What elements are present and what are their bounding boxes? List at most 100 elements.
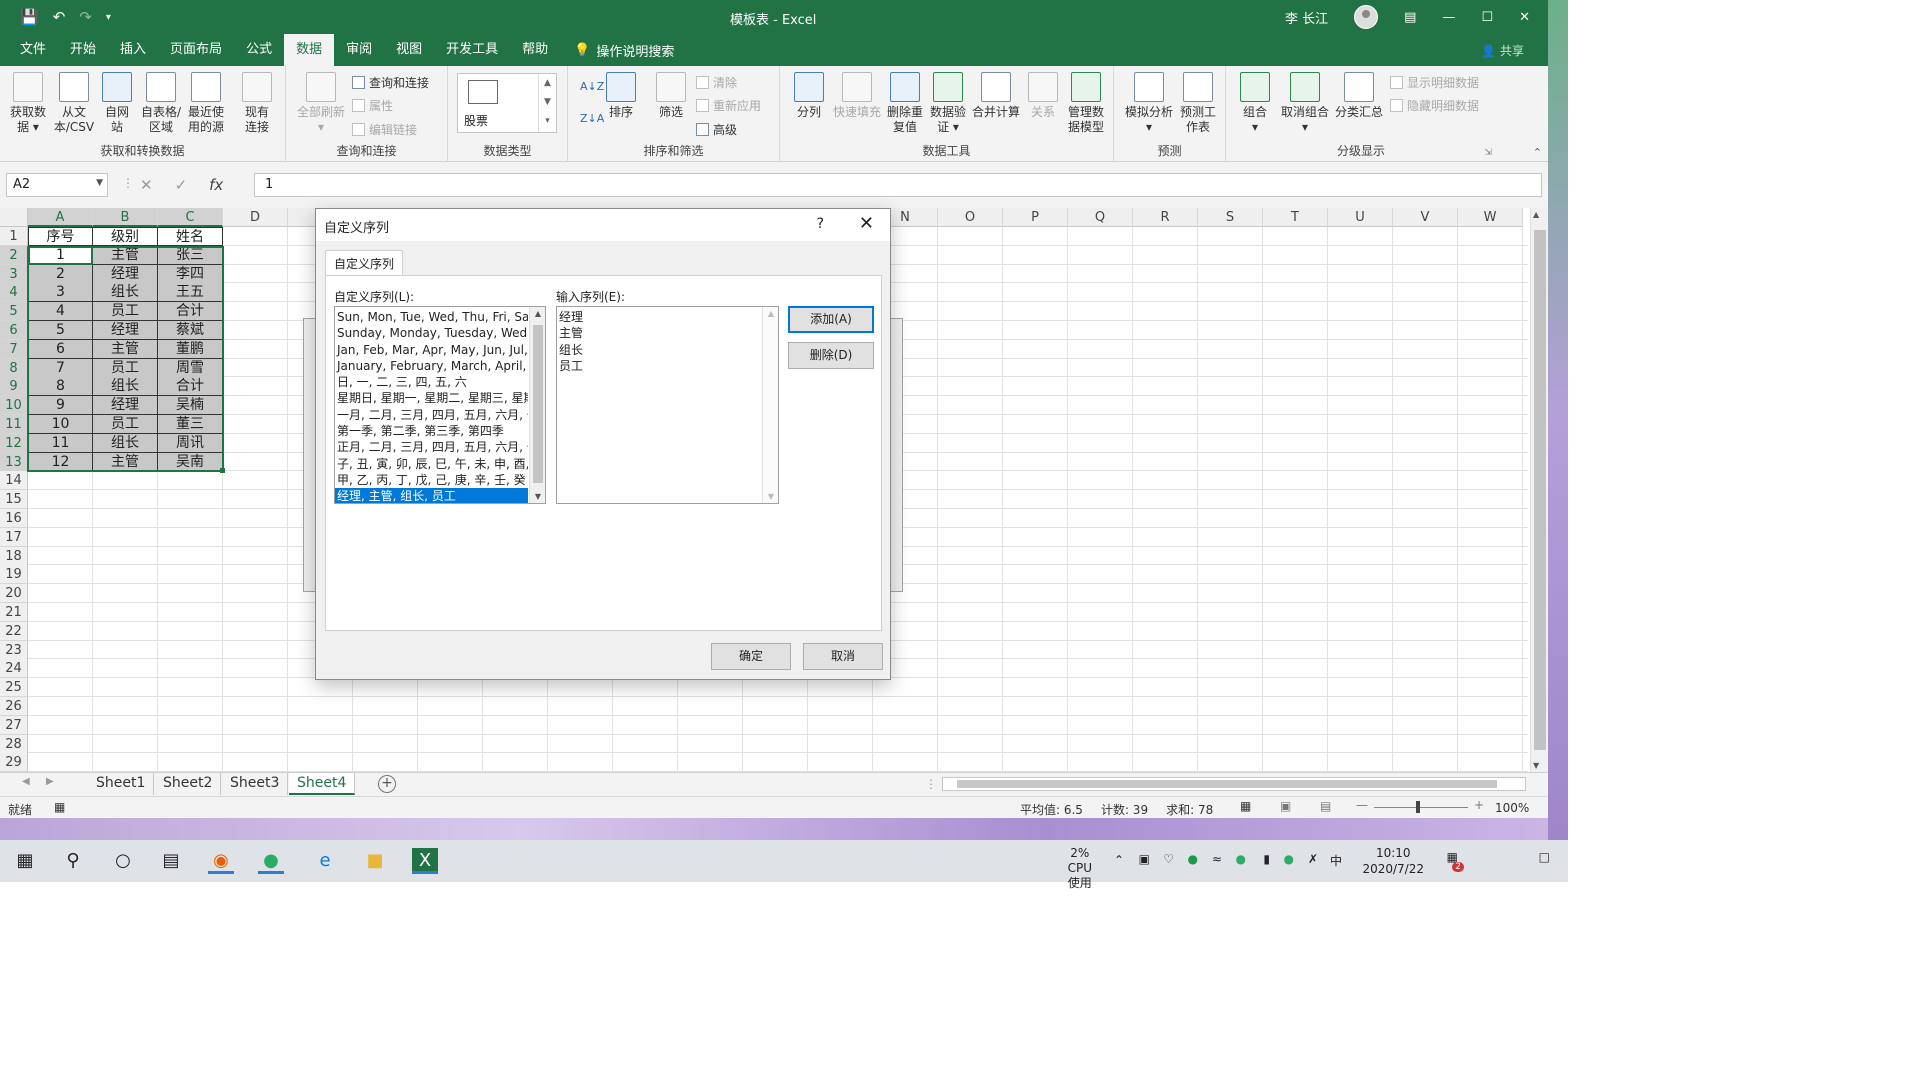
tab-help[interactable]: 帮助 [510,34,560,66]
tab-data[interactable]: 数据 [284,34,335,66]
tab-view[interactable]: 视图 [384,34,434,66]
ungroup-button[interactable]: 取消组合 ▾ [1278,72,1332,135]
table-cell[interactable]: 合计 [158,302,223,322]
table-cell[interactable]: 3 [28,283,93,303]
list-scroll-thumb[interactable] [533,325,543,483]
battery-icon[interactable]: ▮ [1263,852,1270,866]
text-to-columns-button[interactable]: 分列 [792,72,826,120]
page-break-view-icon[interactable]: ▤ [1320,799,1331,813]
table-cell[interactable]: 张三 [158,245,223,265]
from-table-button[interactable]: 自表格/区域 [138,72,184,135]
existing-connections-button[interactable]: 现有连接 [240,72,274,135]
wechat-icon[interactable]: ● [258,848,284,874]
dialog-launcher-icon[interactable]: ⇲ [1484,148,1492,158]
flash-fill-button[interactable]: 快速填充 [830,72,884,120]
custom-list-item[interactable]: 子, 丑, 寅, 卯, 辰, 巳, 午, 未, 申, 酉, 戌 [335,456,528,472]
customize-qat-icon[interactable]: ▾ [106,12,111,23]
selection-stats[interactable]: 平均值: 6.5 计数: 39 求和: 78 [1020,801,1213,818]
header-cell[interactable]: 姓名 [158,227,223,246]
table-cell[interactable]: 主管 [93,245,158,265]
tab-split-handle[interactable]: ⋮ [925,777,937,791]
tab-file[interactable]: 文件 [0,34,58,66]
notifications-icon[interactable]: □ [1539,850,1550,864]
scroll-up-icon[interactable]: ▲ [530,309,545,318]
filter-button[interactable]: 筛选 [654,72,688,120]
row-header-23[interactable]: 23 [0,640,28,660]
cortana-icon[interactable]: ○ [110,848,136,874]
excel-icon[interactable]: X [412,848,438,874]
row-header-2[interactable]: 2 [0,245,28,265]
tray-wechat-icon[interactable]: ● [1236,852,1246,866]
table-cell[interactable]: 周雪 [158,358,223,378]
table-cell[interactable]: 经理 [93,396,158,416]
table-cell[interactable]: 合计 [158,377,223,397]
save-icon[interactable]: 💾 [20,8,39,26]
table-cell[interactable]: 董三 [158,415,223,434]
table-cell[interactable]: 经理 [93,264,158,284]
custom-list-item[interactable]: Jan, Feb, Mar, Apr, May, Jun, Jul, [335,342,528,358]
gallery-scroll[interactable]: ▲ ▼ ▾ [538,74,556,132]
table-cell[interactable]: 经理 [93,321,158,340]
dialog-title-bar[interactable]: 自定义序列 ? ✕ [316,209,890,241]
help-button[interactable]: ? [817,216,824,232]
custom-list-item[interactable]: 甲, 乙, 丙, 丁, 戊, 己, 庚, 辛, 壬, 癸 [335,472,528,488]
sheet-tab-sheet1[interactable]: Sheet1 [88,773,155,795]
scroll-down-icon[interactable]: ▼ [763,492,778,501]
header-cell[interactable]: 级别 [93,227,158,246]
show-hidden-icons[interactable]: ⌃ [1114,853,1124,867]
list-entries-textarea[interactable]: 经理 主管 组长 员工 ▲ ▼ [556,306,779,504]
list-scrollbar[interactable]: ▲ ▼ [529,307,545,503]
insert-function-icon[interactable]: fx [209,176,223,194]
row-header-25[interactable]: 25 [0,678,28,698]
zoom-in-icon[interactable]: + [1474,798,1484,812]
wifi-icon[interactable]: ≈ [1212,852,1222,866]
table-cell[interactable]: 李四 [158,264,223,284]
table-cell[interactable]: 2 [28,264,93,284]
table-cell[interactable]: 员工 [93,358,158,378]
table-cell[interactable]: 6 [28,339,93,359]
table-cell[interactable]: 9 [28,396,93,416]
manage-data-model-button[interactable]: 管理数据模型 [1064,72,1108,135]
table-cell[interactable]: 组长 [93,283,158,303]
row-header-29[interactable]: 29 [0,753,28,772]
table-cell[interactable]: 主管 [93,452,158,472]
column-header-o[interactable]: O [938,208,1003,227]
avatar[interactable] [1354,5,1379,29]
edit-links-button[interactable]: 编辑链接 [352,121,417,138]
column-header-d[interactable]: D [223,208,288,227]
sheet-tab-sheet4[interactable]: Sheet4 [289,773,356,795]
column-header-c[interactable]: C [158,208,223,227]
tab-custom-lists[interactable]: 自定义序列 [325,250,404,276]
formula-input[interactable]: 1 [254,173,1542,197]
zoom-out-icon[interactable]: — [1356,798,1368,812]
zoom-slider[interactable] [1374,807,1468,808]
from-web-button[interactable]: 自网站 [100,72,134,135]
refresh-all-button[interactable]: 全部刷新 ▾ [294,72,348,135]
horizontal-scrollbar[interactable] [942,777,1526,791]
file-explorer-icon[interactable]: ■ [362,848,388,874]
consolidate-button[interactable]: 合并计算 [970,72,1022,120]
edge-icon[interactable]: e [312,848,338,874]
row-header-16[interactable]: 16 [0,509,28,528]
row-header-19[interactable]: 19 [0,565,28,585]
data-validation-button[interactable]: 数据验证 ▾ [928,72,968,135]
cancel-icon[interactable]: ✕ [140,176,153,194]
row-header-4[interactable]: 4 [0,283,28,303]
table-cell[interactable]: 蔡斌 [158,321,223,340]
select-all-corner[interactable] [0,208,28,227]
ribbon-display-icon[interactable]: ▤ [1404,10,1416,25]
zoom-slider-thumb[interactable] [1416,801,1420,813]
table-cell[interactable]: 吴南 [158,452,223,472]
scroll-up-icon[interactable]: ▲ [763,309,778,318]
page-layout-view-icon[interactable]: ▣ [1280,799,1291,813]
from-csv-button[interactable]: 从文本/CSV [52,72,96,135]
column-header-v[interactable]: V [1393,208,1458,227]
clock[interactable]: 10:10 2020/7/22 [1362,845,1424,877]
tell-me-search[interactable]: 💡 操作说明搜索 [574,41,674,60]
scroll-thumb[interactable] [1534,230,1546,750]
table-cell[interactable]: 5 [28,321,93,340]
group-button[interactable]: 组合 ▾ [1238,72,1272,135]
vertical-scrollbar[interactable]: ▲ ▼ [1530,208,1548,772]
firefox-icon[interactable]: ◉ [208,848,234,874]
redo-icon[interactable]: ↷ [79,8,92,26]
